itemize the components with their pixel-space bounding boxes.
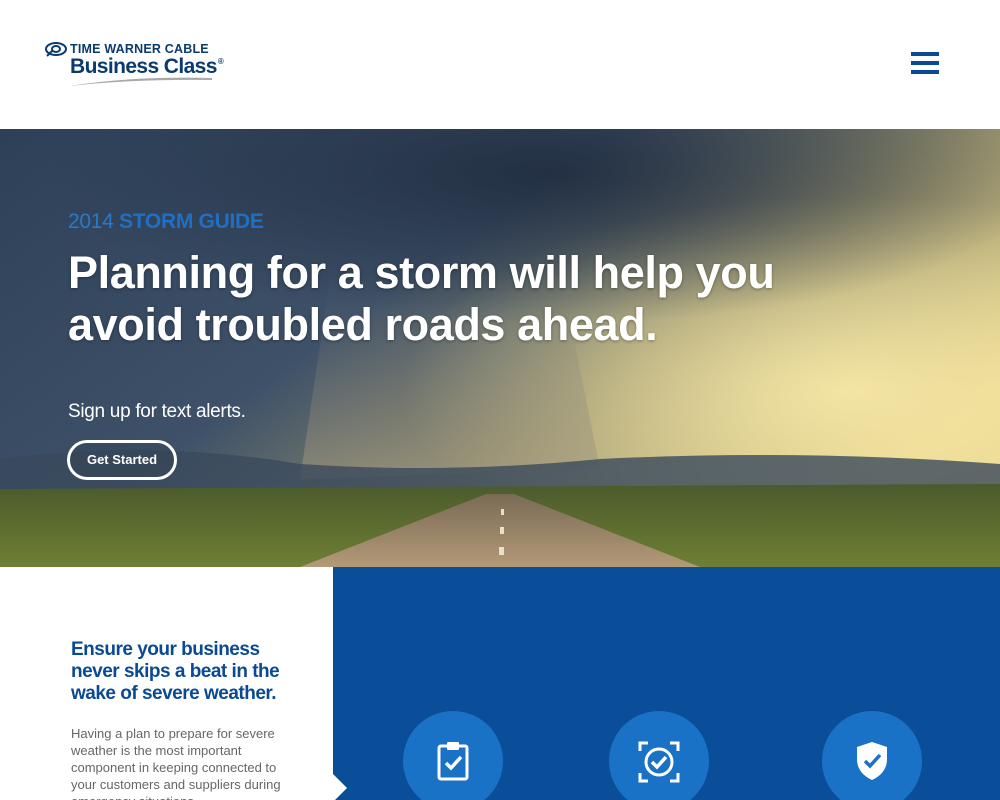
eyebrow-year: 2014 xyxy=(68,210,114,233)
clipboard-check-icon xyxy=(437,742,469,781)
menu-bar xyxy=(911,52,939,56)
intro-body: Having a plan to prepare for severe weat… xyxy=(71,726,281,800)
logo-main-text: Business Class xyxy=(70,55,217,78)
logo-swoosh xyxy=(70,77,212,86)
get-started-button[interactable]: Get Started xyxy=(67,440,177,480)
intro-lead: Ensure your business never skips a beat … xyxy=(71,639,280,704)
target-check-circle[interactable] xyxy=(609,711,709,800)
hero-banner: 2014 STORM GUIDE Planning for a storm wi… xyxy=(0,129,1000,567)
twc-business-class-logo[interactable]: TIME WARNER CABLE Business Class® xyxy=(44,40,224,90)
menu-bar xyxy=(911,70,939,74)
menu-bar xyxy=(911,61,939,65)
shield-check-circle[interactable] xyxy=(822,711,922,800)
intro-section: Ensure your business never skips a beat … xyxy=(0,567,1000,800)
target-check-icon xyxy=(638,741,680,783)
logo-reg-mark: ® xyxy=(217,57,224,66)
intro-text-panel: Ensure your business never skips a beat … xyxy=(0,567,333,800)
shield-check-icon xyxy=(857,742,887,780)
logo-top-line: TIME WARNER CABLE xyxy=(70,42,209,56)
storm-guide-eyebrow: 2014 STORM GUIDE xyxy=(68,210,264,234)
hamburger-menu-icon[interactable] xyxy=(911,52,941,78)
clipboard-check-circle[interactable] xyxy=(403,711,503,800)
hero-subline: Sign up for text alerts. xyxy=(68,401,246,422)
hero-headline: Planning for a storm will help you avoid… xyxy=(68,247,775,350)
eyebrow-title: STORM GUIDE xyxy=(119,210,264,233)
panel-notch xyxy=(333,774,347,800)
twc-eye-icon xyxy=(45,42,67,57)
site-header: TIME WARNER CABLE Business Class® xyxy=(0,0,1000,129)
